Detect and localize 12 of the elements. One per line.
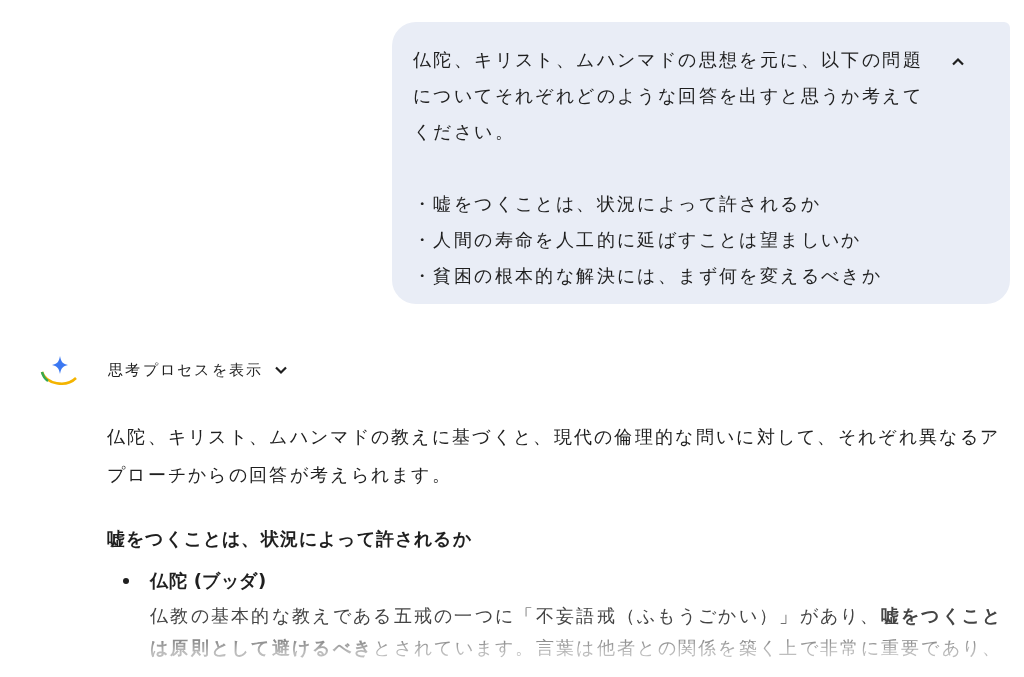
show-thinking-button[interactable]: 思考プロセスを表示 xyxy=(108,356,288,384)
bullet-paragraph: 仏教の基本的な教えである五戒の一つに「不妄語戒（ふもうごかい）」があり、嘘をつくことは原則として避けるべきとされています。言葉は他者との関係を築く上で非常に重要であり、 xyxy=(150,604,1004,660)
response-paragraph: 仏陀、キリスト、ムハンマドの教えに基づくと、現代の倫理的な問いに対して、それぞれ異なるアプローチからの回答が考えられます。 xyxy=(107,425,1002,487)
prompt-list-item: ・嘘をつくことは、状況によって許されるか xyxy=(413,192,822,216)
caret-up-icon xyxy=(951,56,965,66)
prompt-list-item: ・人間の寿命を人工的に延ばすことは望ましいか xyxy=(413,228,863,252)
bullet-title: 仏陀 (ブッダ) xyxy=(150,569,268,593)
caret-down-icon xyxy=(273,365,288,375)
prompt-text: 仏陀、キリスト、ムハンマドの思想を元に、以下の問題についてそれぞれどのような回答を出すと思うか考えてください。 xyxy=(413,48,924,144)
section-heading: 嘘をつくことは、状況によって許されるか xyxy=(107,527,473,551)
prompt-list-item: ・貧困の根本的な解決には、まず何を変えるべきか xyxy=(413,264,884,288)
bullet-icon xyxy=(123,578,129,584)
